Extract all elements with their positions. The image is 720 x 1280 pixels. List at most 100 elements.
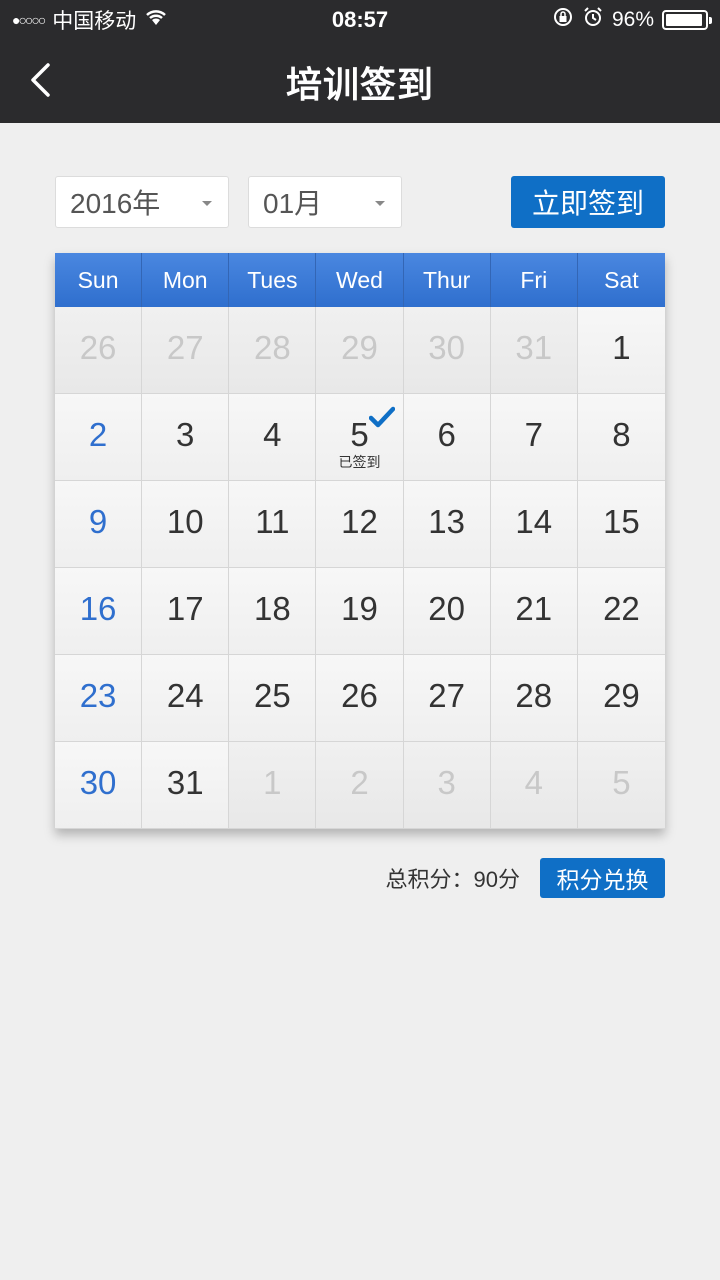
- calendar-day-other-month: 30: [403, 307, 491, 394]
- calendar-day-other-month: 28: [229, 307, 317, 394]
- calendar-day[interactable]: 22: [577, 568, 665, 655]
- page-title: 培训签到: [285, 63, 434, 105]
- day-number: 8: [612, 416, 631, 453]
- calendar-day[interactable]: 31: [142, 742, 230, 829]
- calendar-day-other-month: 5: [577, 742, 665, 829]
- day-number: 29: [603, 677, 640, 714]
- calendar-day[interactable]: 13: [403, 481, 491, 568]
- calendar-day[interactable]: 12: [316, 481, 404, 568]
- calendar: Sun Mon Tues Wed Thur Fri Sat 26 27 28 29 30 31 1 2 3 4…: [55, 253, 665, 829]
- calendar-day[interactable]: 26: [316, 655, 404, 742]
- calendar-day[interactable]: 16: [55, 568, 143, 655]
- day-number: 30: [79, 764, 117, 801]
- calendar-day-other-month: 1: [229, 742, 317, 829]
- calendar-day[interactable]: 6: [403, 394, 491, 481]
- checkin-button[interactable]: 立即签到: [511, 176, 665, 228]
- lock-rotation-icon: [552, 6, 574, 34]
- weekday-mon: Mon: [142, 253, 230, 307]
- calendar-day-other-month: 29: [316, 307, 404, 394]
- calendar-day[interactable]: 11: [229, 481, 317, 568]
- caret-down-icon: [375, 201, 385, 206]
- calendar-day[interactable]: 25: [229, 655, 317, 742]
- day-number: 20: [428, 590, 465, 627]
- calendar-day[interactable]: 23: [55, 655, 143, 742]
- day-number: 16: [79, 590, 117, 627]
- day-number: 14: [515, 503, 553, 540]
- calendar-day[interactable]: 4: [229, 394, 317, 481]
- day-number: 2: [350, 764, 369, 801]
- day-number: 5: [350, 416, 369, 453]
- wifi-icon: [144, 8, 168, 32]
- calendar-day[interactable]: 18: [229, 568, 317, 655]
- calendar-day[interactable]: 21: [490, 568, 578, 655]
- day-number: 26: [79, 329, 117, 366]
- day-number: 25: [253, 677, 291, 714]
- calendar-day[interactable]: 17: [142, 568, 230, 655]
- day-number: 28: [515, 677, 553, 714]
- calendar-day[interactable]: 28: [490, 655, 578, 742]
- total-points: 总积分：90分: [385, 867, 520, 892]
- weekday-tues: Tues: [229, 253, 317, 315]
- carrier-name: 中国移动: [52, 10, 137, 33]
- caret-down-icon: [202, 201, 212, 206]
- day-number: 29: [341, 329, 378, 366]
- weekday-header: Sun Mon Tues Wed Thur Fri Sat: [55, 253, 665, 315]
- calendar-day[interactable]: 24: [142, 655, 230, 742]
- calendar-day[interactable]: 8: [577, 394, 665, 481]
- checkmark-icon: [368, 406, 395, 428]
- calendar-day[interactable]: 1: [577, 307, 665, 394]
- points-exchange-button[interactable]: 积分兑换: [540, 858, 665, 898]
- status-bar: ●○○○○ 中国移动 08:57 96%: [0, 0, 720, 40]
- day-number: 1: [612, 329, 631, 366]
- day-number: 12: [341, 503, 378, 540]
- day-number: 28: [253, 329, 291, 366]
- calendar-day-other-month: 2: [316, 742, 404, 829]
- alarm-icon: [582, 6, 604, 34]
- day-number: 6: [437, 416, 456, 453]
- year-value: 2016年: [70, 188, 161, 219]
- day-number: 5: [612, 764, 631, 801]
- calendar-day[interactable]: 2: [55, 394, 143, 481]
- calendar-day[interactable]: 10: [142, 481, 230, 568]
- day-number: 15: [603, 503, 640, 540]
- day-number: 27: [166, 329, 204, 366]
- calendar-grid: 26 27 28 29 30 31 1 2 3 4 5 已签到 6 7 8 9 10 11 12 13 14 15 16 17…: [55, 307, 665, 829]
- calendar-day-other-month: 27: [142, 307, 230, 394]
- calendar-day[interactable]: 29: [577, 655, 665, 742]
- calendar-day-other-month: 31: [490, 307, 578, 394]
- weekday-thur: Thur: [404, 253, 491, 307]
- calendar-day[interactable]: 27: [403, 655, 491, 742]
- day-number: 9: [88, 503, 108, 540]
- month-select[interactable]: 01月: [248, 176, 402, 228]
- calendar-day[interactable]: 19: [316, 568, 404, 655]
- day-number: 22: [603, 590, 640, 627]
- back-button[interactable]: [20, 58, 60, 102]
- calendar-day[interactable]: 20: [403, 568, 491, 655]
- day-number: 7: [524, 416, 543, 453]
- day-number: 23: [79, 677, 117, 714]
- status-left: ●○○○○ 中国移动: [12, 5, 168, 35]
- calendar-day[interactable]: 15: [577, 481, 665, 568]
- day-number: 3: [437, 764, 456, 801]
- month-value: 01月: [263, 188, 323, 219]
- calendar-day[interactable]: 5 已签到: [316, 394, 404, 481]
- day-number: 19: [341, 590, 378, 627]
- year-select[interactable]: 2016年: [55, 176, 229, 228]
- calendar-controls: 2016年 01月 立即签到: [55, 176, 665, 228]
- calendar-day[interactable]: 3: [142, 394, 230, 481]
- calendar-day-other-month: 26: [55, 307, 143, 394]
- signed-label: 已签到: [338, 454, 381, 470]
- day-number: 30: [428, 329, 465, 366]
- calendar-day[interactable]: 9: [55, 481, 143, 568]
- weekday-sat: Sat: [604, 266, 639, 293]
- day-number: 31: [166, 764, 204, 801]
- battery-fill: [666, 14, 703, 26]
- battery-percent: 96%: [611, 8, 654, 31]
- day-number: 4: [263, 416, 282, 453]
- calendar-day[interactable]: 30: [55, 742, 143, 829]
- day-number: 10: [166, 503, 204, 540]
- signal-strength: ●○○○○: [12, 12, 46, 28]
- calendar-day[interactable]: 14: [490, 481, 578, 568]
- calendar-day[interactable]: 7: [490, 394, 578, 481]
- calendar-day-other-month: 4: [490, 742, 578, 829]
